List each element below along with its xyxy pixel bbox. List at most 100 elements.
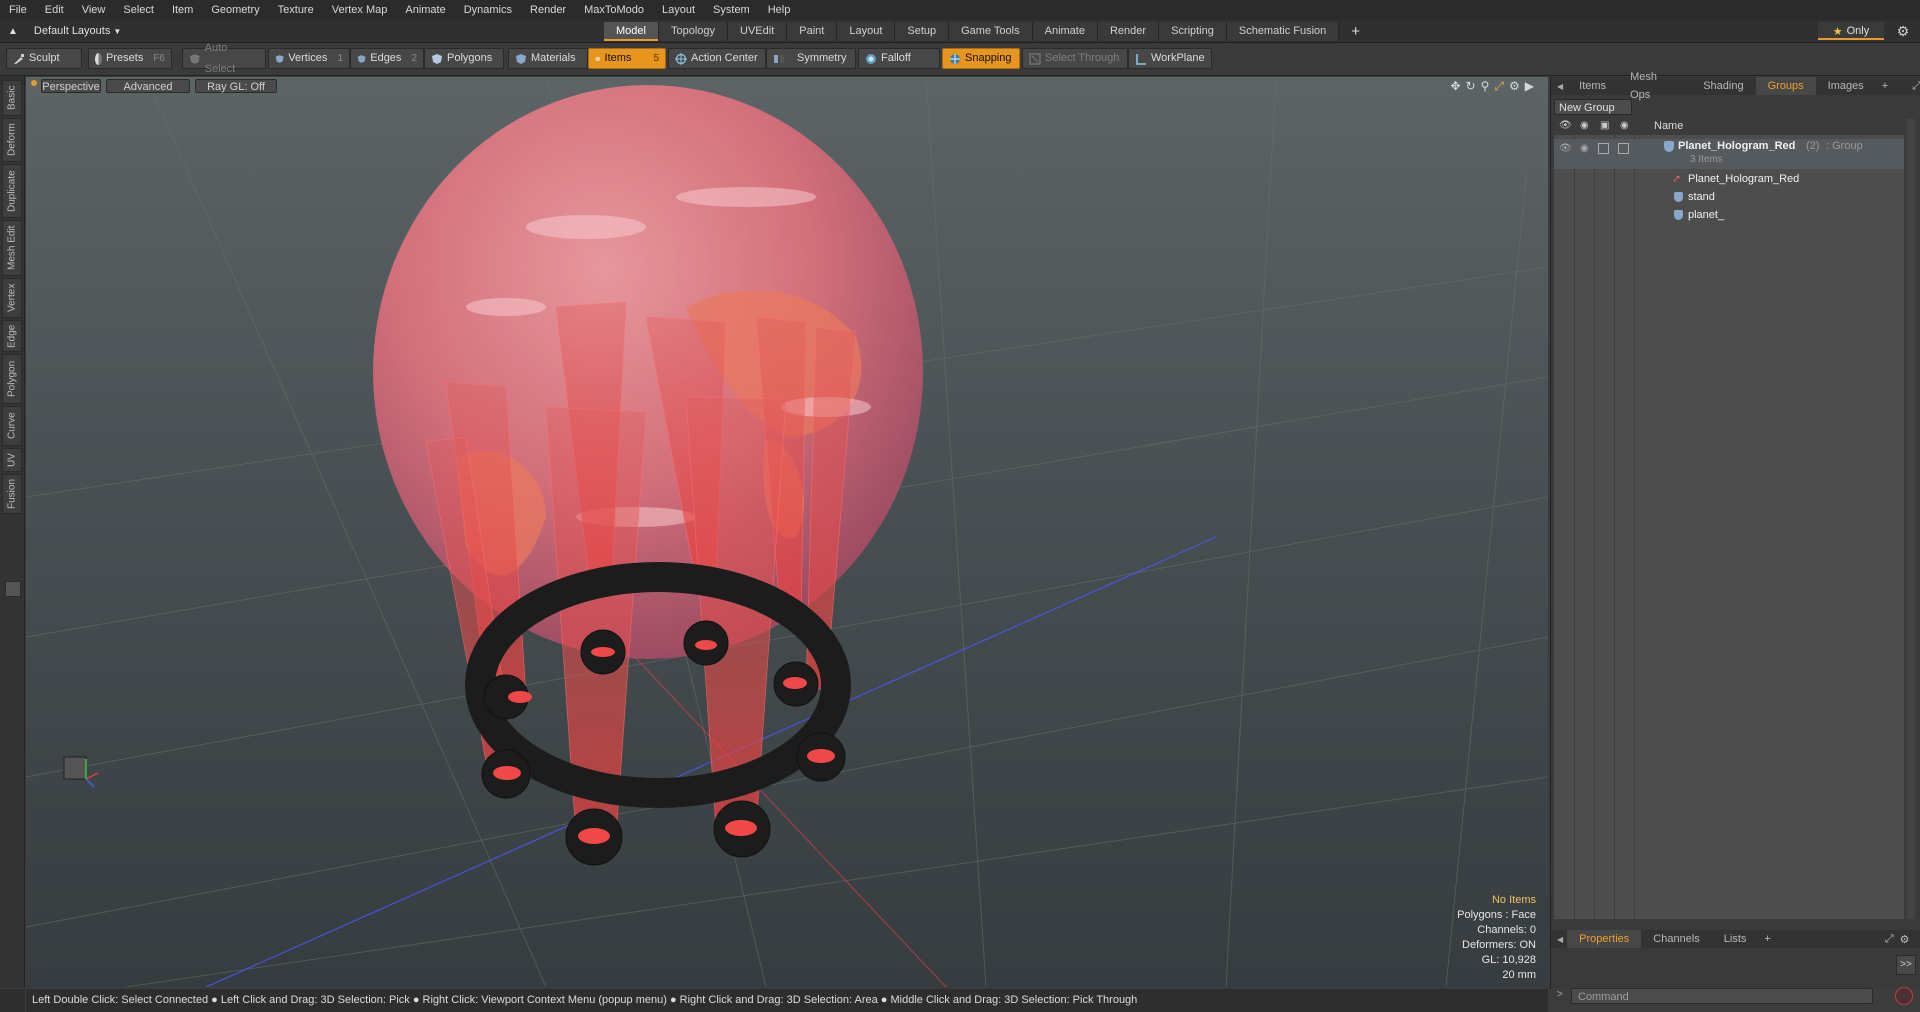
viewport-menu-dot[interactable] <box>31 80 37 86</box>
menu-dynamics[interactable]: Dynamics <box>455 0 521 20</box>
tab-scripting[interactable]: Scripting <box>1159 22 1227 41</box>
menu-help[interactable]: Help <box>759 0 800 20</box>
expand-icon[interactable]: ⤢ <box>1885 933 1894 946</box>
menu-geometry[interactable]: Geometry <box>202 0 268 20</box>
tab-channels[interactable]: Channels <box>1641 930 1711 948</box>
presets-button[interactable]: Presets F6 <box>88 48 172 69</box>
gear-icon[interactable]: ⚙ <box>1894 22 1912 40</box>
tab-items[interactable]: Items <box>1567 77 1618 95</box>
falloff-button[interactable]: Falloff <box>858 48 940 69</box>
action-center-button[interactable]: Action Center <box>668 48 766 69</box>
menu-select[interactable]: Select <box>114 0 163 20</box>
vtab-mesh-edit[interactable]: Mesh Edit <box>2 220 22 276</box>
tab-animate[interactable]: Animate <box>1032 22 1098 41</box>
select-icon[interactable]: ◉ <box>1620 120 1629 131</box>
menu-view[interactable]: View <box>73 0 115 20</box>
viewport-scene[interactable] <box>26 77 1548 987</box>
lock-toggle[interactable] <box>1598 143 1609 154</box>
panel-scrollbar[interactable] <box>1907 119 1915 919</box>
play-icon[interactable]: ▶ <box>1525 79 1534 94</box>
gear-icon[interactable]: ⚙ <box>1900 933 1910 946</box>
edges-button[interactable]: Edges 2 <box>350 48 424 69</box>
vtab-vertex[interactable]: Vertex <box>2 278 22 318</box>
add-tab-icon[interactable]: + <box>1876 80 1894 92</box>
select-through-button[interactable]: Select Through <box>1022 48 1128 69</box>
vtab-deform[interactable]: Deform <box>2 118 22 162</box>
expand-icon[interactable]: ⤢ <box>1912 80 1920 93</box>
tab-setup[interactable]: Setup <box>895 22 950 41</box>
record-button[interactable] <box>1895 987 1913 1005</box>
menu-render[interactable]: Render <box>521 0 575 20</box>
menu-texture[interactable]: Texture <box>269 0 323 20</box>
command-input[interactable]: Command <box>1571 988 1873 1004</box>
tab-render[interactable]: Render <box>1097 22 1160 41</box>
vtab-basic[interactable]: Basic <box>2 80 22 116</box>
materials-button[interactable]: Materials <box>508 48 588 69</box>
items-button[interactable]: Items 5 <box>588 48 666 69</box>
new-group-button[interactable]: New Group <box>1554 99 1632 115</box>
only-button[interactable]: ★ Only <box>1818 22 1884 40</box>
tab-schematic-fusion[interactable]: Schematic Fusion <box>1226 22 1340 41</box>
tab-topology[interactable]: Topology <box>658 22 729 41</box>
shading-advanced-button[interactable]: Advanced <box>106 79 190 93</box>
auto-select-button[interactable]: Auto Select <box>182 42 266 75</box>
vtab-edge[interactable]: Edge <box>2 320 22 352</box>
collapse-icon[interactable]: ▲ <box>8 26 18 37</box>
groups-tree[interactable]: 👁 ◉ ▣ ◉ Name 👁 ◉ Planet_Hologram_Red (2)… <box>1554 119 1904 919</box>
pan-icon[interactable]: ✥ <box>1450 79 1460 94</box>
tab-model[interactable]: Model <box>604 22 659 41</box>
tab-shading[interactable]: Shading <box>1691 77 1755 95</box>
panel-menu-icon[interactable]: ◀ <box>1551 935 1567 944</box>
panel-menu-icon[interactable]: ◀ <box>1551 82 1567 91</box>
menu-layout[interactable]: Layout <box>653 0 704 20</box>
menu-animate[interactable]: Animate <box>396 0 454 20</box>
expand-panel-button[interactable] <box>5 581 21 597</box>
workplane-button[interactable]: WorkPlane <box>1128 48 1212 69</box>
tab-images[interactable]: Images <box>1816 77 1876 95</box>
render-icon[interactable]: ◉ <box>1580 120 1589 131</box>
menu-maxtomodo[interactable]: MaxToModo <box>575 0 653 20</box>
tab-uvedit[interactable]: UVEdit <box>728 22 788 41</box>
render-toggle-icon[interactable]: ◉ <box>1580 143 1589 154</box>
lock-icon[interactable]: ▣ <box>1600 120 1609 131</box>
vtab-duplicate[interactable]: Duplicate <box>2 164 22 218</box>
symmetry-button[interactable]: Symmetry <box>766 48 856 69</box>
snapping-button[interactable]: Snapping <box>942 48 1020 69</box>
add-tab-button[interactable]: + <box>1339 22 1372 41</box>
tree-item-planet[interactable]: planet_ <box>1554 206 1904 224</box>
vtab-fusion[interactable]: Fusion <box>2 474 22 514</box>
tree-item-stand[interactable]: stand <box>1554 188 1904 206</box>
eye-icon[interactable]: 👁 <box>1559 120 1572 131</box>
menu-system[interactable]: System <box>704 0 759 20</box>
layout-selector[interactable]: ▲ Default Layouts ▼ <box>8 23 121 39</box>
gear-icon[interactable]: ⚙ <box>1509 79 1520 94</box>
tab-paint[interactable]: Paint <box>787 22 838 41</box>
expand-arrows-button[interactable]: >> <box>1896 955 1916 975</box>
tab-properties[interactable]: Properties <box>1567 930 1642 948</box>
group-row[interactable]: 👁 ◉ Planet_Hologram_Red (2) : Group 3 It… <box>1554 139 1904 169</box>
raygl-button[interactable]: Ray GL: Off <box>195 79 277 93</box>
3d-viewport[interactable]: Perspective Advanced Ray GL: Off ✥ ↻ ⚲ ⤢… <box>26 77 1548 987</box>
vertices-button[interactable]: Vertices 1 <box>268 48 350 69</box>
rotate-icon[interactable]: ↻ <box>1466 79 1476 94</box>
menu-edit[interactable]: Edit <box>36 0 73 20</box>
sculpt-button[interactable]: Sculpt <box>6 48 82 69</box>
add-tab-icon[interactable]: + <box>1758 933 1776 945</box>
fit-icon[interactable]: ⤢ <box>1494 79 1504 94</box>
tab-lists[interactable]: Lists <box>1712 930 1759 948</box>
tab-layout[interactable]: Layout <box>837 22 896 41</box>
tab-game-tools[interactable]: Game Tools <box>949 22 1033 41</box>
zoom-icon[interactable]: ⚲ <box>1481 79 1490 94</box>
menu-vertex-map[interactable]: Vertex Map <box>323 0 397 20</box>
polygons-button[interactable]: Polygons <box>424 48 504 69</box>
menu-item[interactable]: Item <box>163 0 202 20</box>
view-perspective-button[interactable]: Perspective <box>41 79 101 93</box>
tree-item-planet-hologram-red[interactable]: ➚ Planet_Hologram_Red <box>1554 170 1904 188</box>
vtab-uv[interactable]: UV <box>2 448 22 472</box>
eye-icon[interactable]: 👁 <box>1559 143 1572 154</box>
tab-groups[interactable]: Groups <box>1755 77 1816 95</box>
vtab-curve[interactable]: Curve <box>2 406 22 446</box>
select-toggle[interactable] <box>1618 143 1629 154</box>
vtab-polygon[interactable]: Polygon <box>2 354 22 404</box>
menu-file[interactable]: File <box>0 0 36 20</box>
